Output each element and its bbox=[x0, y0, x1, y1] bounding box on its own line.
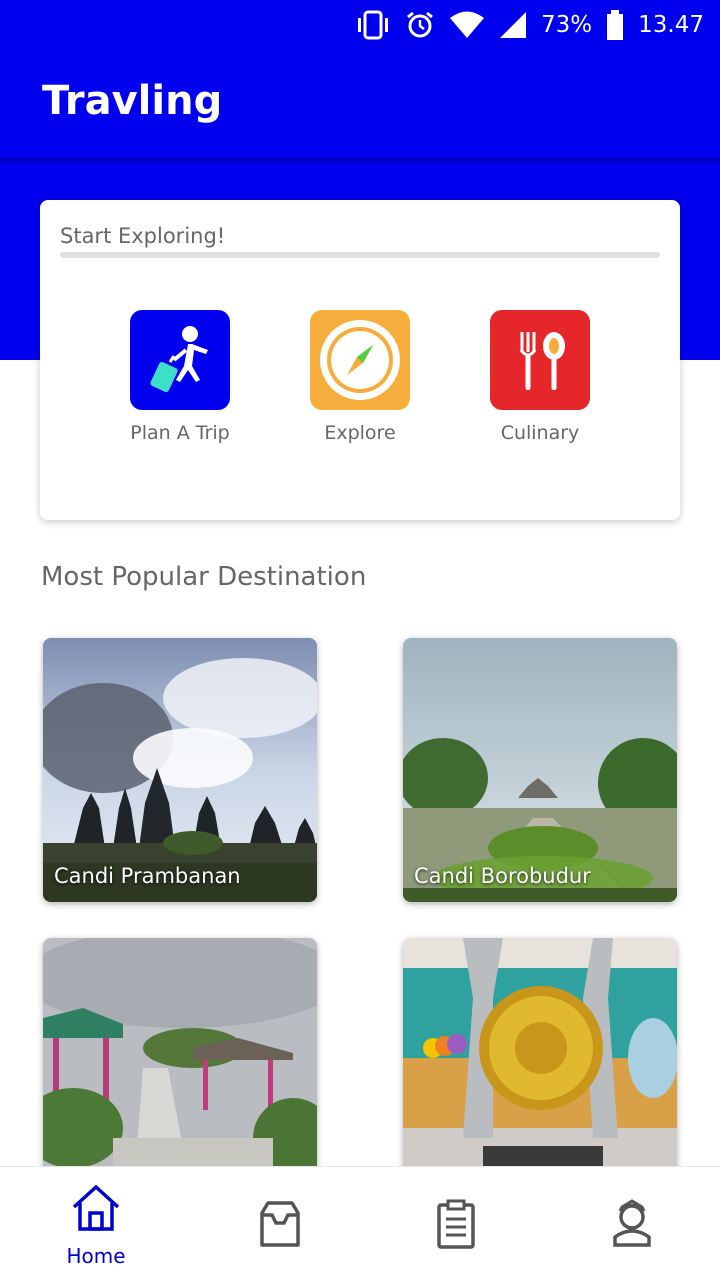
nav-home-label: Home bbox=[66, 1244, 126, 1268]
battery-percent: 73% bbox=[541, 12, 593, 38]
wifi-icon bbox=[449, 11, 485, 39]
plan-trip-label: Plan A Trip bbox=[130, 422, 230, 444]
destination-card-3[interactable] bbox=[43, 938, 317, 1202]
plan-trip-button[interactable]: Plan A Trip bbox=[110, 310, 250, 444]
card-title: Start Exploring! bbox=[60, 224, 226, 248]
destination-card-borobudur[interactable]: Candi Borobudur bbox=[403, 638, 677, 902]
nav-tasks[interactable] bbox=[366, 1167, 546, 1280]
culinary-label: Culinary bbox=[500, 422, 580, 444]
inbox-icon bbox=[258, 1199, 302, 1254]
culinary-button[interactable]: Culinary bbox=[470, 310, 610, 444]
explore-label: Explore bbox=[324, 422, 396, 444]
home-icon bbox=[70, 1183, 122, 1238]
compass-icon bbox=[310, 310, 410, 410]
destination-image bbox=[403, 938, 677, 1202]
explore-button[interactable]: Explore bbox=[290, 310, 430, 444]
profile-icon bbox=[612, 1197, 652, 1252]
section-title: Most Popular Destination bbox=[41, 562, 367, 592]
destination-image bbox=[43, 938, 317, 1202]
nav-home[interactable]: Home bbox=[6, 1167, 186, 1280]
destination-label: Candi Borobudur bbox=[414, 864, 591, 888]
clock: 13.47 bbox=[638, 12, 704, 38]
app-title: Travling bbox=[42, 78, 223, 124]
appbar-shadow bbox=[0, 158, 720, 166]
battery-icon bbox=[606, 10, 624, 40]
explore-card: Start Exploring! Plan A Trip Explore Cul… bbox=[40, 200, 680, 520]
destination-card-prambanan[interactable]: Candi Prambanan bbox=[43, 638, 317, 902]
vibrate-icon bbox=[355, 10, 391, 40]
borobudur-image bbox=[403, 638, 677, 902]
nav-inbox[interactable] bbox=[190, 1167, 370, 1280]
bottom-navigation: Home bbox=[0, 1166, 720, 1280]
alarm-icon bbox=[405, 10, 435, 40]
destination-card-4[interactable] bbox=[403, 938, 677, 1202]
signal-icon bbox=[499, 11, 527, 39]
card-divider-bar bbox=[60, 252, 660, 258]
traveler-luggage-icon bbox=[130, 310, 230, 410]
fork-spoon-icon bbox=[490, 310, 590, 410]
destination-label: Candi Prambanan bbox=[54, 864, 241, 888]
nav-profile[interactable] bbox=[542, 1167, 720, 1280]
status-bar: 73% 13.47 bbox=[0, 0, 720, 50]
clipboard-icon bbox=[436, 1199, 476, 1254]
prambanan-image bbox=[43, 638, 317, 902]
